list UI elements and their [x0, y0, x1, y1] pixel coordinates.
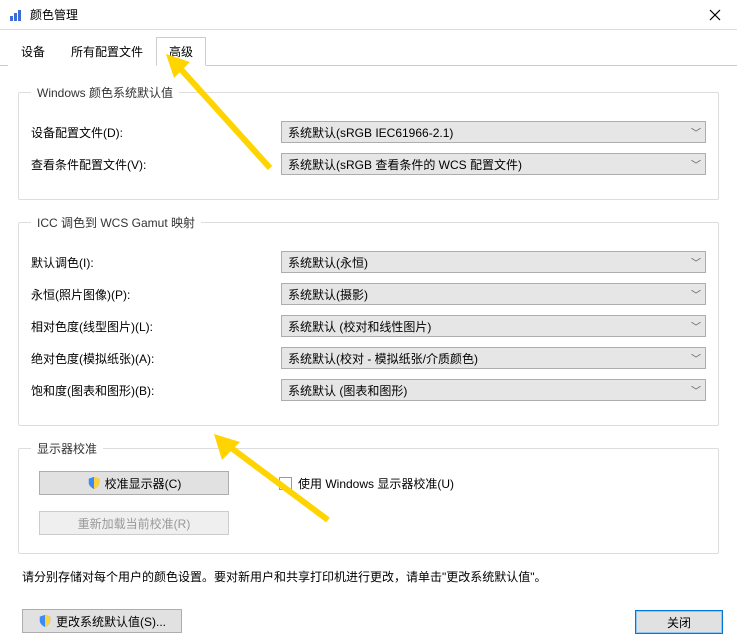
- absolute-colorimetric-label: 绝对色度(模拟纸张)(A):: [31, 350, 281, 367]
- use-windows-calibration-label: 使用 Windows 显示器校准(U): [298, 475, 454, 492]
- dialog-footer: 关闭: [635, 610, 723, 634]
- reload-calibration-button: 重新加载当前校准(R): [39, 511, 229, 535]
- close-window-button[interactable]: [692, 0, 737, 30]
- chevron-down-icon: ﹀: [691, 157, 701, 172]
- default-rendering-label: 默认调色(I):: [31, 254, 281, 271]
- calibrate-display-label: 校准显示器(C): [105, 475, 182, 492]
- app-icon: [8, 7, 24, 23]
- perceptual-value: 系统默认(摄影): [288, 286, 368, 303]
- group-calibration-legend: 显示器校准: [31, 440, 103, 457]
- calibrate-display-button[interactable]: 校准显示器(C): [39, 471, 229, 495]
- group-windows-defaults-legend: Windows 颜色系统默认值: [31, 84, 179, 101]
- chevron-down-icon: ﹀: [691, 351, 701, 366]
- default-rendering-value: 系统默认(永恒): [288, 254, 368, 271]
- group-gamut-mapping: ICC 调色到 WCS Gamut 映射 默认调色(I): 系统默认(永恒) ﹀…: [18, 214, 719, 426]
- viewing-conditions-label: 查看条件配置文件(V):: [31, 156, 281, 173]
- shield-icon: [38, 614, 52, 628]
- group-display-calibration: 显示器校准 校准显示器(C) 使用 Windows 显示器校准(U) 重新加载当…: [18, 440, 719, 554]
- device-profile-dropdown[interactable]: 系统默认(sRGB IEC61966-2.1) ﹀: [281, 121, 706, 143]
- chevron-down-icon: ﹀: [691, 383, 701, 398]
- absolute-colorimetric-value: 系统默认(校对 - 模拟纸张/介质颜色): [288, 350, 478, 367]
- advanced-panel: Windows 颜色系统默认值 设备配置文件(D): 系统默认(sRGB IEC…: [0, 66, 737, 643]
- saturation-value: 系统默认 (图表和图形): [288, 382, 407, 399]
- viewing-conditions-value: 系统默认(sRGB 查看条件的 WCS 配置文件): [288, 156, 522, 173]
- absolute-colorimetric-dropdown[interactable]: 系统默认(校对 - 模拟纸张/介质颜色) ﹀: [281, 347, 706, 369]
- titlebar: 颜色管理: [0, 0, 737, 30]
- tab-device[interactable]: 设备: [8, 37, 58, 66]
- device-profile-label: 设备配置文件(D):: [31, 124, 281, 141]
- device-profile-value: 系统默认(sRGB IEC61966-2.1): [288, 124, 453, 141]
- tab-advanced[interactable]: 高级: [156, 37, 206, 66]
- system-defaults-hint: 请分别存储对每个用户的颜色设置。要对新用户和共享打印机进行更改，请单击"更改系统…: [22, 568, 719, 585]
- change-system-defaults-label: 更改系统默认值(S)...: [56, 613, 166, 630]
- chevron-down-icon: ﹀: [691, 125, 701, 140]
- checkbox-box-icon: [279, 477, 292, 490]
- relative-colorimetric-dropdown[interactable]: 系统默认 (校对和线性图片) ﹀: [281, 315, 706, 337]
- close-button[interactable]: 关闭: [635, 610, 723, 634]
- chevron-down-icon: ﹀: [691, 287, 701, 302]
- viewing-conditions-dropdown[interactable]: 系统默认(sRGB 查看条件的 WCS 配置文件) ﹀: [281, 153, 706, 175]
- change-system-defaults-button[interactable]: 更改系统默认值(S)...: [22, 609, 182, 633]
- saturation-label: 饱和度(图表和图形)(B):: [31, 382, 281, 399]
- tab-strip: 设备 所有配置文件 高级: [0, 36, 737, 66]
- saturation-dropdown[interactable]: 系统默认 (图表和图形) ﹀: [281, 379, 706, 401]
- relative-colorimetric-value: 系统默认 (校对和线性图片): [288, 318, 431, 335]
- chevron-down-icon: ﹀: [691, 319, 701, 334]
- perceptual-dropdown[interactable]: 系统默认(摄影) ﹀: [281, 283, 706, 305]
- use-windows-calibration-checkbox[interactable]: 使用 Windows 显示器校准(U): [279, 475, 454, 492]
- close-button-label: 关闭: [667, 614, 691, 631]
- tab-all-profiles[interactable]: 所有配置文件: [58, 37, 156, 66]
- group-gamut-legend: ICC 调色到 WCS Gamut 映射: [31, 214, 201, 231]
- window-title: 颜色管理: [30, 6, 78, 23]
- chevron-down-icon: ﹀: [691, 255, 701, 270]
- group-windows-defaults: Windows 颜色系统默认值 设备配置文件(D): 系统默认(sRGB IEC…: [18, 84, 719, 200]
- shield-icon: [87, 476, 101, 490]
- perceptual-label: 永恒(照片图像)(P):: [31, 286, 281, 303]
- default-rendering-dropdown[interactable]: 系统默认(永恒) ﹀: [281, 251, 706, 273]
- relative-colorimetric-label: 相对色度(线型图片)(L):: [31, 318, 281, 335]
- reload-calibration-label: 重新加载当前校准(R): [78, 515, 191, 532]
